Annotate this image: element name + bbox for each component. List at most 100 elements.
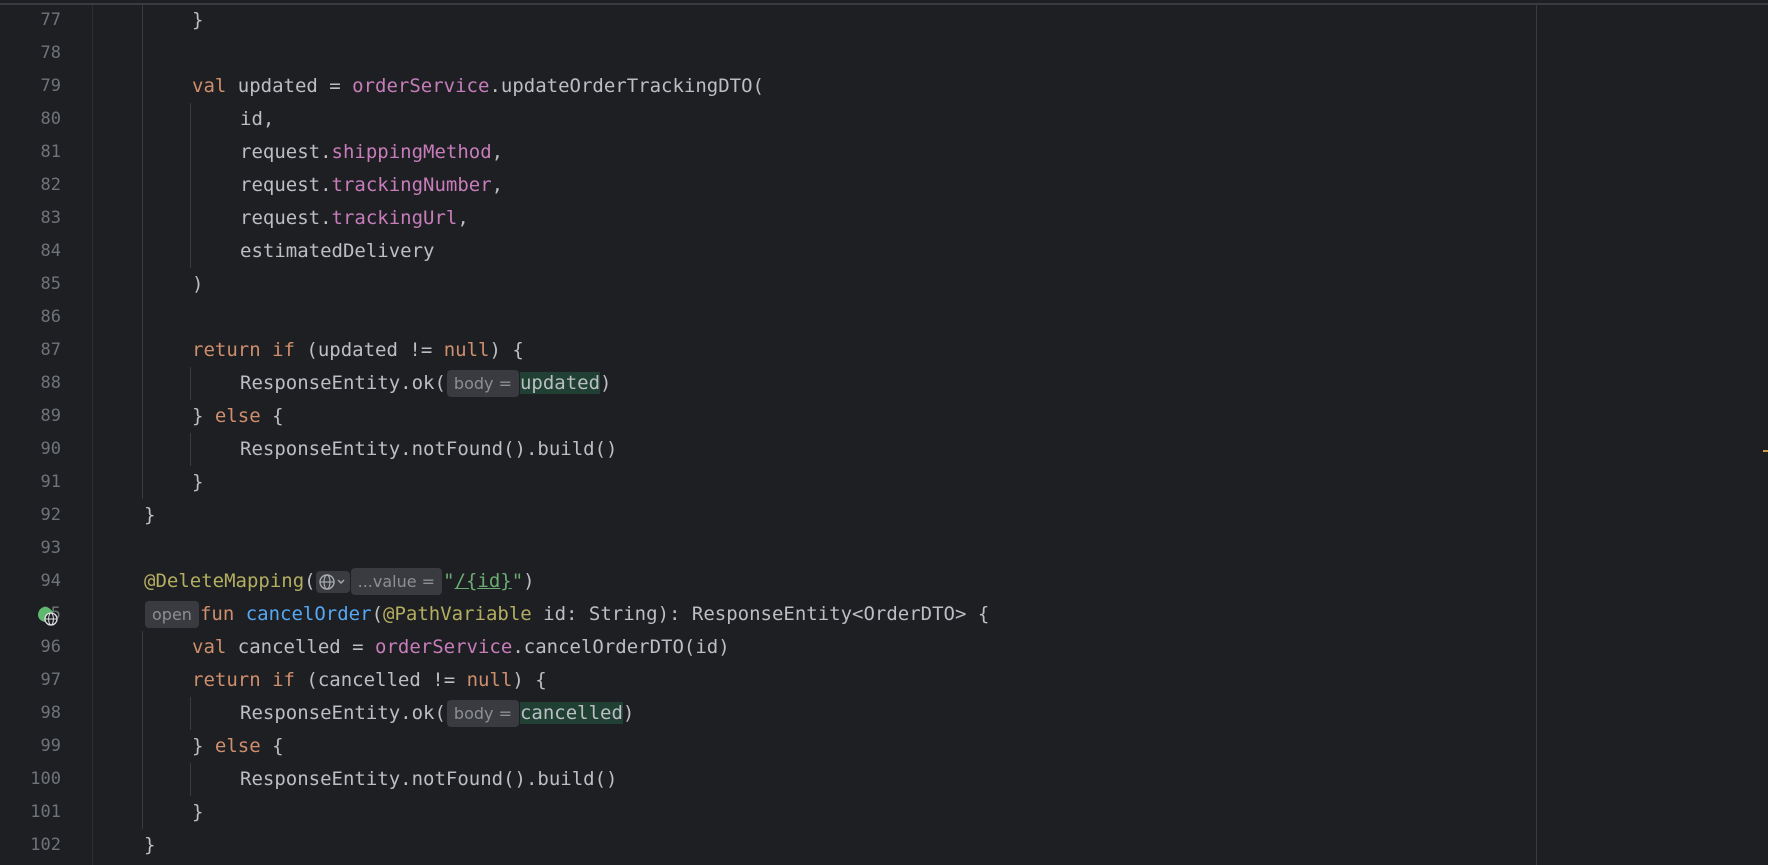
- code-line[interactable]: 77}: [0, 4, 1768, 37]
- code-token: .cancelOrderDTO(id): [512, 636, 730, 658]
- inlay-hint[interactable]: open: [145, 601, 199, 628]
- code-token: }: [144, 834, 156, 856]
- code-text[interactable]: val cancelled = orderService.cancelOrder…: [192, 631, 730, 664]
- code-token: ,: [457, 207, 469, 229]
- code-line[interactable]: 79 val updated = orderService.updateOrder…: [0, 70, 1768, 103]
- code-token: val: [192, 636, 227, 658]
- code-text[interactable]: }: [144, 499, 155, 532]
- line-number[interactable]: 98: [0, 697, 61, 730]
- line-number[interactable]: 81: [0, 136, 61, 169]
- code-token: ResponseEntity.notFound().build(): [240, 768, 618, 790]
- code-line[interactable]: 80 id,: [0, 103, 1768, 136]
- url-path-link[interactable]: /{id}: [455, 570, 512, 592]
- code-token: }: [192, 405, 215, 427]
- code-text[interactable]: return if (updated != null) {: [192, 334, 524, 367]
- line-number[interactable]: 80: [0, 103, 61, 136]
- indent-guide: [142, 4, 143, 499]
- code-text[interactable]: request.trackingNumber,: [240, 169, 503, 202]
- line-number[interactable]: 94: [0, 565, 61, 598]
- inlay-hint[interactable]: ...value =: [350, 568, 443, 595]
- code-text[interactable]: request.shippingMethod,: [240, 136, 503, 169]
- code-line[interactable]: 96 val cancelled = orderService.cancelOrd…: [0, 631, 1768, 664]
- code-line[interactable]: 87 return if (updated != null) {: [0, 334, 1768, 367]
- code-line[interactable]: 97 return if (cancelled != null) {: [0, 664, 1768, 697]
- code-token: ): [523, 570, 535, 592]
- code-line[interactable]: 83 request.trackingUrl,: [0, 202, 1768, 235]
- code-token: ": [511, 570, 524, 592]
- code-text[interactable]: val updated = orderService.updateOrderTr…: [192, 70, 764, 103]
- line-number[interactable]: 91: [0, 466, 61, 499]
- code-line[interactable]: 89 } else {: [0, 400, 1768, 433]
- line-number[interactable]: 99: [0, 730, 61, 763]
- line-number[interactable]: 93: [0, 532, 61, 565]
- code-text[interactable]: ResponseEntity.ok(body = cancelled): [240, 697, 634, 730]
- line-number[interactable]: 84: [0, 235, 61, 268]
- inlay-hint[interactable]: body =: [446, 700, 519, 727]
- line-number[interactable]: 102: [0, 829, 61, 862]
- code-line[interactable]: 81 request.shippingMethod,: [0, 136, 1768, 169]
- code-text[interactable]: }: [192, 466, 203, 499]
- line-number[interactable]: 90: [0, 433, 61, 466]
- code-text[interactable]: } else {: [192, 730, 284, 763]
- line-number[interactable]: 83: [0, 202, 61, 235]
- code-line[interactable]: 94 @DeleteMapping(...value = "/{id}"): [0, 565, 1768, 598]
- code-line[interactable]: 92}: [0, 499, 1768, 532]
- code-token: ResponseEntity.notFound().build(): [240, 438, 618, 460]
- code-text[interactable]: } else {: [192, 400, 284, 433]
- inlay-hint[interactable]: body =: [446, 370, 519, 397]
- code-text[interactable]: id,: [240, 103, 274, 136]
- code-text[interactable]: request.trackingUrl,: [240, 202, 469, 235]
- code-token: else: [214, 735, 261, 757]
- code-line[interactable]: 78: [0, 37, 1768, 70]
- line-number[interactable]: 86: [0, 301, 61, 334]
- line-number[interactable]: 101: [0, 796, 61, 829]
- code-text[interactable]: ): [192, 268, 203, 301]
- code-token: cancelled =: [226, 636, 376, 658]
- code-line[interactable]: 99 } else {: [0, 730, 1768, 763]
- code-line[interactable]: 101}: [0, 796, 1768, 829]
- code-line[interactable]: 95openfun cancelOrder(@PathVariable id: …: [0, 598, 1768, 631]
- line-number[interactable]: 82: [0, 169, 61, 202]
- code-text[interactable]: }: [192, 796, 203, 829]
- code-token: .updateOrderTrackingDTO(: [489, 75, 764, 97]
- line-number[interactable]: 77: [0, 4, 61, 37]
- line-number[interactable]: 92: [0, 499, 61, 532]
- code-editor[interactable]: 77} 78 79 val updated = orderService.update…: [0, 0, 1768, 865]
- code-line[interactable]: 86: [0, 301, 1768, 334]
- line-number[interactable]: 100: [0, 763, 61, 796]
- globe-icon[interactable]: [315, 571, 350, 593]
- code-line[interactable]: 93: [0, 532, 1768, 565]
- code-text[interactable]: ResponseEntity.ok(body = updated): [240, 367, 612, 400]
- code-line[interactable]: 100 ResponseEntity.notFound().build(): [0, 763, 1768, 796]
- code-text[interactable]: ResponseEntity.notFound().build(): [240, 763, 618, 796]
- code-token: estimatedDelivery: [240, 240, 435, 262]
- code-token: (: [304, 570, 316, 592]
- code-line[interactable]: 82 request.trackingNumber,: [0, 169, 1768, 202]
- code-line[interactable]: 88 ResponseEntity.ok(body = updated): [0, 367, 1768, 400]
- usage-highlight: updated: [519, 372, 601, 394]
- line-number[interactable]: 87: [0, 334, 61, 367]
- line-number[interactable]: 85: [0, 268, 61, 301]
- code-text[interactable]: estimatedDelivery: [240, 235, 434, 268]
- line-number[interactable]: 88: [0, 367, 61, 400]
- code-line[interactable]: 85): [0, 268, 1768, 301]
- code-text[interactable]: }: [192, 4, 203, 37]
- code-line[interactable]: 98 ResponseEntity.ok(body = cancelled): [0, 697, 1768, 730]
- endpoint-run-icon[interactable]: [36, 604, 58, 626]
- line-number[interactable]: 78: [0, 37, 61, 70]
- code-text[interactable]: }: [144, 829, 155, 862]
- code-line[interactable]: 84 estimatedDelivery: [0, 235, 1768, 268]
- code-text[interactable]: ResponseEntity.notFound().build(): [240, 433, 618, 466]
- code-text[interactable]: open fun cancelOrder(@PathVariable id: St…: [144, 598, 989, 631]
- code-line[interactable]: 102}: [0, 829, 1768, 862]
- code-text[interactable]: return if (cancelled != null) {: [192, 664, 547, 697]
- code-text[interactable]: @DeleteMapping(...value = "/{id}"): [144, 565, 535, 598]
- code-line[interactable]: 91}: [0, 466, 1768, 499]
- line-number[interactable]: 79: [0, 70, 61, 103]
- line-number[interactable]: 96: [0, 631, 61, 664]
- code-token: @DeleteMapping: [144, 570, 305, 592]
- line-number[interactable]: 97: [0, 664, 61, 697]
- code-line[interactable]: 90 ResponseEntity.notFound().build(): [0, 433, 1768, 466]
- indent-guide: [190, 103, 191, 268]
- line-number[interactable]: 89: [0, 400, 61, 433]
